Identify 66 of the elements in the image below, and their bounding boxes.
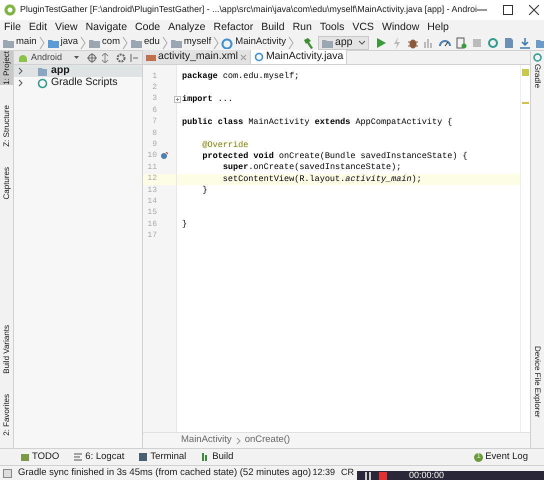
- tree-item[interactable]: Gradle Scripts: [14, 77, 142, 89]
- run-configuration-dropdown[interactable]: app: [318, 36, 369, 50]
- tool-window-tab[interactable]: TODO: [20, 450, 60, 464]
- line-number: 15: [146, 207, 157, 220]
- editor-tab[interactable]: MainActivity.java: [250, 50, 348, 64]
- menu-item[interactable]: File: [4, 20, 21, 36]
- breadcrumb-item[interactable]: com: [102, 35, 120, 50]
- caret-position[interactable]: 12:39: [312, 466, 335, 480]
- menu-item[interactable]: Edit: [28, 20, 48, 36]
- editor-tab[interactable]: activity_main.xml: [143, 50, 251, 64]
- line-number: 16: [146, 218, 157, 231]
- line-number: 10: [146, 150, 157, 162]
- tree-item[interactable]: app: [14, 65, 142, 77]
- menu-item[interactable]: Refactor: [214, 20, 254, 36]
- breadcrumb-item[interactable]: java: [60, 35, 78, 50]
- line-number: 17: [146, 230, 157, 242]
- menu-item[interactable]: Run: [292, 20, 312, 36]
- breadcrumb-item[interactable]: MainActivity: [181, 433, 232, 448]
- menu-item[interactable]: Help: [427, 20, 449, 36]
- menu-item[interactable]: Navigate: [86, 20, 128, 36]
- line-number: 13: [146, 184, 157, 197]
- code-line: public class MainActivity extends AppCompatActivity {: [182, 116, 452, 129]
- menu-item[interactable]: Window: [382, 20, 420, 36]
- menu-item[interactable]: Tools: [320, 20, 344, 36]
- breadcrumb-item[interactable]: edu: [144, 35, 160, 50]
- status-message: Gradle sync finished in 3s 45ms (from cached state) (52 minutes ago): [18, 466, 312, 480]
- tool-window-tab[interactable]: 1: Project: [0, 51, 13, 85]
- line-number: 7: [151, 116, 157, 128]
- code-line: import ...: [182, 93, 234, 106]
- line-number: 12: [146, 173, 157, 186]
- line-number: 3: [151, 93, 157, 106]
- recording-time: 00:00:00: [409, 471, 444, 480]
- tool-window-tab[interactable]: Z: Structure: [0, 104, 13, 147]
- tool-window-tab[interactable]: Build: [200, 450, 234, 464]
- line-number: 6: [151, 104, 157, 117]
- line-number: 11: [146, 162, 157, 174]
- breadcrumb-item[interactable]: myself: [184, 35, 212, 50]
- line-number: 1: [151, 70, 157, 83]
- tool-window-tab[interactable]: 2: Favorites: [0, 394, 13, 436]
- menu-item[interactable]: VCS: [352, 20, 374, 36]
- line-number: 9: [151, 139, 157, 152]
- code-line: setContentView(R.layout.activity_main);: [222, 172, 422, 186]
- menu-item[interactable]: View: [55, 20, 78, 36]
- line-number: 14: [146, 196, 157, 208]
- code-line: }: [182, 218, 188, 232]
- code-line: super.onCreate(savedInstanceState);: [222, 161, 402, 174]
- window-title: PluginTestGather [F:\android\PluginTestGather] - ...\app\src\main\java\com\edu\myself\MainActivity.java [app] - Androi: [20, 3, 477, 16]
- breadcrumb-item[interactable]: onCreate(): [244, 433, 290, 448]
- line-number: 2: [151, 82, 157, 94]
- code-line: protected void onCreate(Bundle savedInstanceState) {: [201, 150, 468, 162]
- tool-window-tab[interactable]: 6: Logcat: [73, 450, 124, 464]
- tool-window-tab[interactable]: Gradle: [531, 53, 544, 88]
- menu-item[interactable]: Code: [135, 20, 160, 36]
- menu-item[interactable]: Build: [261, 20, 285, 36]
- menu-item[interactable]: Analyze: [168, 20, 206, 36]
- breadcrumb-item[interactable]: main: [16, 35, 37, 50]
- code-line: }: [201, 184, 208, 197]
- breadcrumb-item[interactable]: MainActivity: [235, 35, 286, 50]
- tool-window-tab[interactable]: Captures: [0, 166, 13, 200]
- tool-window-tab[interactable]: Terminal: [138, 450, 186, 464]
- code-line: package com.edu.myself;: [182, 70, 300, 84]
- line-separator[interactable]: CR: [341, 466, 354, 480]
- line-number: 8: [151, 128, 157, 140]
- code-line: @Override: [201, 138, 248, 152]
- tool-window-tab[interactable]: Device File Explorer: [531, 346, 544, 418]
- tool-window-tab[interactable]: Build Variants: [0, 325, 13, 374]
